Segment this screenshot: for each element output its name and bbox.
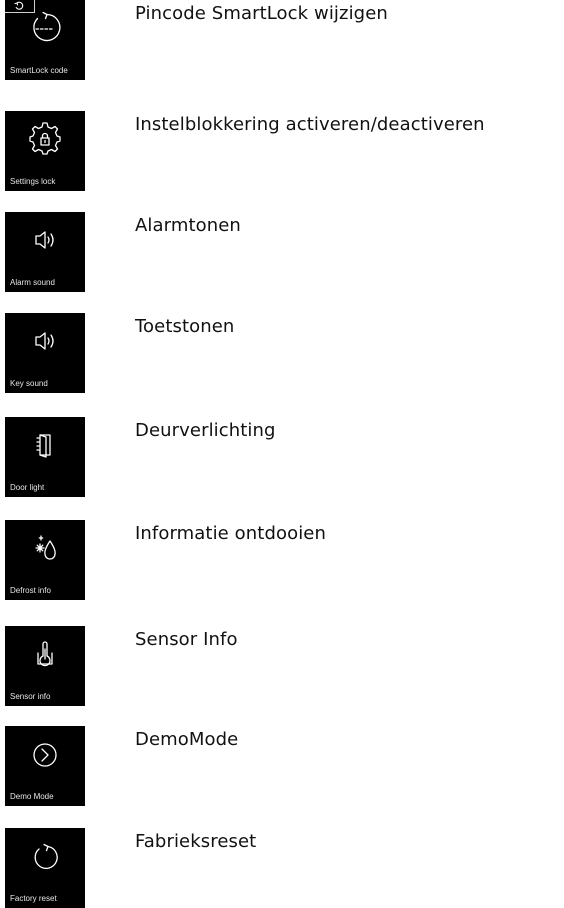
item-label: Toetstonen: [135, 316, 235, 337]
menu-row-defrost-info: Defrost info Informatie ontdooien: [0, 520, 564, 600]
smartlock-code-icon: [33, 11, 61, 42]
menu-row-key-sound: Key sound Toetstonen: [0, 313, 564, 393]
menu-row-door-light: Door light Deurverlichting: [0, 417, 564, 497]
demo-mode-tile[interactable]: Demo Mode: [5, 726, 85, 806]
tile-caption: Factory reset: [10, 894, 57, 903]
tile-caption: Defrost info: [10, 586, 51, 595]
thermometer-icon: [37, 641, 53, 667]
smartlock-code-tile[interactable]: SmartLock code: [5, 0, 85, 80]
door-light-tile[interactable]: Door light: [5, 417, 85, 497]
settings-lock-icon: [29, 122, 61, 155]
item-label: Fabrieksreset: [135, 831, 257, 852]
key-sound-tile[interactable]: Key sound: [5, 313, 85, 393]
tile-caption: Alarm sound: [10, 278, 55, 287]
menu-row-factory-reset: Factory reset Fabrieksreset: [0, 828, 564, 908]
item-label: Alarmtonen: [135, 215, 241, 236]
settings-lock-tile[interactable]: Settings lock: [5, 111, 85, 191]
tile-caption: SmartLock code: [10, 66, 68, 75]
defrost-info-tile[interactable]: Defrost info: [5, 520, 85, 600]
play-circle-icon: [33, 743, 57, 767]
menu-row-alarm-sound: Alarm sound Alarmtonen: [0, 212, 564, 292]
speaker-icon: [35, 231, 54, 249]
sensor-info-tile[interactable]: Sensor info: [5, 626, 85, 706]
reset-icon: [34, 843, 58, 869]
menu-row-settings-lock: Settings lock Instelblokkering activeren…: [0, 111, 564, 191]
item-label: Deurverlichting: [135, 420, 276, 441]
tile-caption: Key sound: [10, 379, 48, 388]
tile-caption: Sensor info: [10, 692, 51, 701]
menu-row-smartlock-code: SmartLock code Pincode SmartLock wijzige…: [0, 0, 564, 80]
defrost-icon: [35, 535, 56, 560]
speaker-icon: [35, 332, 54, 350]
tile-caption: Demo Mode: [10, 792, 54, 801]
factory-reset-tile[interactable]: Factory reset: [5, 828, 85, 908]
menu-row-demo-mode: Demo Mode DemoMode: [0, 726, 564, 806]
door-light-icon: [36, 434, 51, 458]
item-label: Pincode SmartLock wijzigen: [135, 3, 388, 24]
tile-caption: Door light: [10, 483, 45, 492]
item-label: Informatie ontdooien: [135, 523, 326, 544]
item-label: Sensor Info: [135, 629, 238, 650]
item-label: DemoMode: [135, 729, 239, 750]
menu-row-sensor-info: Sensor info Sensor Info: [0, 626, 564, 706]
alarm-sound-tile[interactable]: Alarm sound: [5, 212, 85, 292]
tile-caption: Settings lock: [10, 177, 56, 186]
item-label: Instelblokkering activeren/deactiveren: [135, 114, 485, 135]
